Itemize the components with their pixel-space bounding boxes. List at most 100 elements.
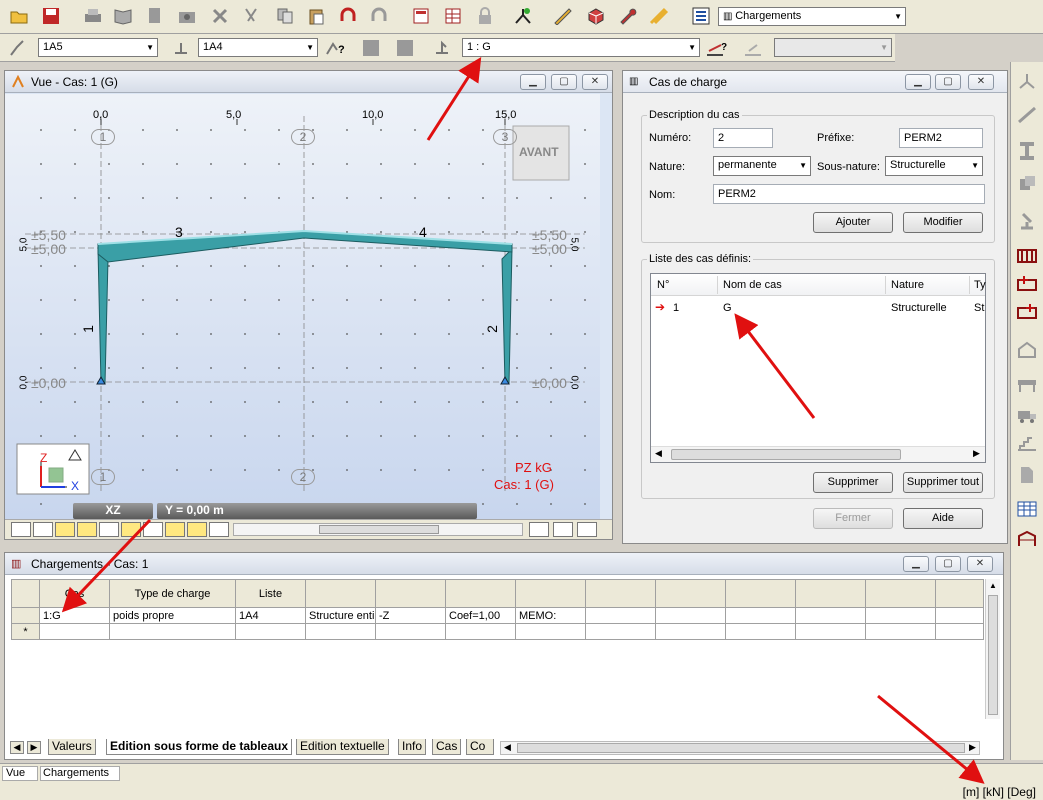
delete-icon[interactable] (209, 5, 231, 27)
scroll-up-icon[interactable]: ▲ (989, 581, 997, 590)
scroll-right-icon[interactable]: ▶ (973, 448, 980, 459)
close-dialog-button[interactable]: Fermer (813, 508, 893, 529)
view-option-icon[interactable] (529, 522, 549, 537)
list-header-num[interactable]: N° (657, 279, 669, 291)
beam-icon[interactable] (1014, 374, 1040, 396)
table-cell[interactable] (935, 623, 984, 640)
minimize-button[interactable]: ▁ (520, 74, 546, 90)
layout-combo[interactable]: ▥ Chargements ▼ (718, 7, 906, 26)
bars-icon[interactable] (1014, 104, 1040, 126)
list-header-name[interactable]: Nom de cas (723, 279, 782, 291)
prefixe-field[interactable]: PERM2 (899, 128, 983, 148)
document-icon[interactable] (1014, 464, 1040, 486)
column-header[interactable]: Liste (235, 579, 306, 608)
table-cell[interactable] (585, 623, 656, 640)
case-select-icon[interactable] (432, 37, 454, 59)
load-inactive-icon[interactable] (742, 37, 764, 59)
loads-horizontal-scrollbar[interactable]: ◀ ▶ (500, 741, 980, 755)
node-selection-combo[interactable]: 1A4 ▼ (198, 38, 318, 57)
table-cell[interactable] (795, 607, 866, 624)
layout-icon[interactable] (690, 5, 712, 27)
combination-icon[interactable] (1014, 300, 1040, 322)
table-cell[interactable]: poids propre (109, 607, 236, 624)
gray-square-icon-2[interactable] (394, 37, 416, 59)
status-tab-loads[interactable]: Chargements (40, 766, 120, 781)
help-button[interactable]: Aide (903, 508, 983, 529)
support-icon[interactable] (1014, 210, 1040, 232)
stairs-icon[interactable] (1014, 432, 1040, 454)
column-header[interactable] (305, 579, 376, 608)
copy-icon[interactable] (274, 5, 296, 27)
plane-selector[interactable]: XZ (73, 503, 153, 519)
scroll-right-icon[interactable]: ▶ (969, 742, 976, 753)
column-header[interactable] (725, 579, 796, 608)
table-cell[interactable]: 1:G (39, 607, 110, 624)
modify-button[interactable]: Modifier (903, 212, 983, 233)
calculator-icon[interactable] (410, 5, 432, 27)
table-cell[interactable] (655, 607, 726, 624)
view-option-icon[interactable] (11, 522, 31, 537)
close-button[interactable]: ✕ (968, 74, 994, 90)
tab-scroll-left-icon[interactable]: ◀ (10, 741, 24, 754)
load-help-icon[interactable]: ? (705, 37, 727, 59)
view-option-icon[interactable] (577, 522, 597, 537)
filter-icon[interactable]: ? (324, 37, 346, 59)
loads-table[interactable]: Cas Type de charge Liste 1:G poids propr… (11, 579, 984, 640)
wrench-icon[interactable] (617, 5, 639, 27)
table-cell[interactable] (865, 607, 936, 624)
section-icon[interactable] (1014, 140, 1040, 162)
list-header-type[interactable]: Ty (974, 279, 986, 291)
view-option-icon[interactable] (143, 522, 163, 537)
status-tab-view[interactable]: Vue (2, 766, 38, 781)
table-cell[interactable] (305, 623, 376, 640)
table-cell[interactable] (515, 623, 586, 640)
save-icon[interactable] (40, 5, 62, 27)
view-option-icon[interactable] (33, 522, 53, 537)
table-new-row[interactable]: * (11, 623, 984, 640)
structure-canvas[interactable] (5, 94, 600, 519)
table-cell[interactable] (865, 623, 936, 640)
nature-select[interactable]: permanente ▼ (713, 156, 811, 176)
scrollbar-thumb[interactable] (988, 595, 998, 715)
table-cell[interactable] (585, 607, 656, 624)
cut-icon[interactable] (240, 5, 262, 27)
disabled-combo[interactable]: ▼ (774, 38, 892, 57)
column-header[interactable]: Cas (39, 579, 110, 608)
redo-icon[interactable] (368, 5, 390, 27)
table-cell[interactable] (935, 607, 984, 624)
cases-list[interactable]: N° Nom de cas Nature Ty ➔ 1 G Structurel… (650, 273, 986, 463)
column-header[interactable] (375, 579, 446, 608)
table-cell[interactable]: MEMO: (515, 607, 586, 624)
house-icon[interactable] (1014, 338, 1040, 360)
view-option-icon[interactable] (121, 522, 141, 537)
table-icon[interactable] (442, 5, 464, 27)
scroll-left-icon[interactable]: ◀ (504, 742, 511, 753)
list-header-nature[interactable]: Nature (891, 279, 924, 291)
book-icon[interactable] (112, 5, 134, 27)
bar-selection-combo[interactable]: 1A5 ▼ (38, 38, 158, 57)
maximize-button[interactable]: ▢ (935, 556, 961, 572)
view-option-icon[interactable] (165, 522, 185, 537)
truck-icon[interactable] (1014, 404, 1040, 426)
delete-all-button[interactable]: Supprimer tout (903, 472, 983, 493)
nodes-icon[interactable] (1014, 70, 1040, 92)
column-header[interactable] (445, 579, 516, 608)
maximize-button[interactable]: ▢ (551, 74, 577, 90)
tab-info[interactable]: Info (398, 739, 427, 755)
table-row[interactable]: 1:G poids propre 1A4 Structure enti -Z C… (11, 607, 984, 624)
table-cell[interactable]: 1A4 (235, 607, 306, 624)
scroll-left-icon[interactable]: ◀ (655, 448, 662, 459)
new-row-marker[interactable]: * (11, 623, 40, 640)
table-cell[interactable] (795, 623, 866, 640)
list-horizontal-scrollbar[interactable]: ◀ ▶ (651, 446, 985, 462)
table-cell[interactable] (445, 623, 516, 640)
gray-square-icon[interactable] (360, 37, 382, 59)
view-option-icon[interactable] (209, 522, 229, 537)
table-cell[interactable] (725, 607, 796, 624)
delete-button[interactable]: Supprimer (813, 472, 893, 493)
tab-combinations[interactable]: Co (466, 739, 494, 755)
view-option-icon[interactable] (187, 522, 207, 537)
table-cell[interactable]: Coef=1,00 (445, 607, 516, 624)
paste-icon[interactable] (305, 5, 327, 27)
tab-table-edit[interactable]: Edition sous forme de tableaux (106, 739, 293, 755)
